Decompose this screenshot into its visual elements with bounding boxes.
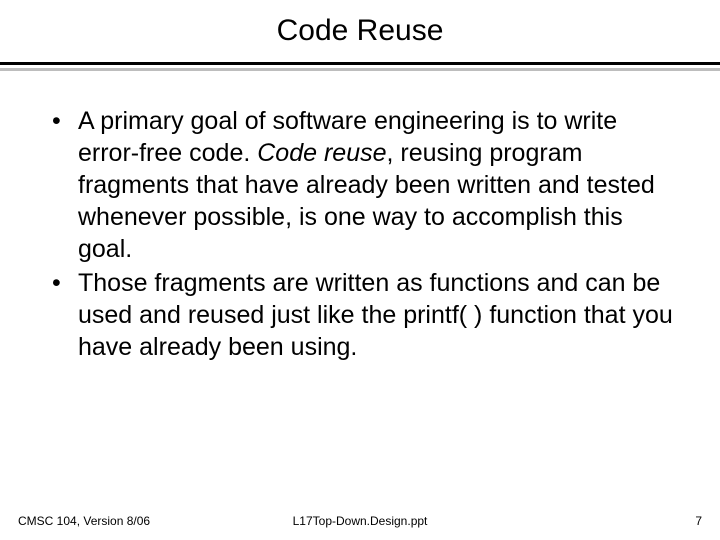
bullet-text-em: Code reuse — [257, 139, 386, 167]
list-item: Those fragments are written as functions… — [52, 267, 682, 363]
footer-page-number: 7 — [695, 514, 702, 528]
list-item: A primary goal of software engineering i… — [52, 105, 682, 265]
slide-title: Code Reuse — [0, 0, 720, 58]
slide: Code Reuse A primary goal of software en… — [0, 0, 720, 540]
slide-body: A primary goal of software engineering i… — [0, 71, 720, 363]
footer-center: L17Top-Down.Design.ppt — [0, 514, 720, 528]
bullet-text-pre: Those fragments are written as functions… — [78, 269, 673, 361]
bullet-list: A primary goal of software engineering i… — [52, 105, 682, 363]
title-divider — [0, 62, 720, 71]
